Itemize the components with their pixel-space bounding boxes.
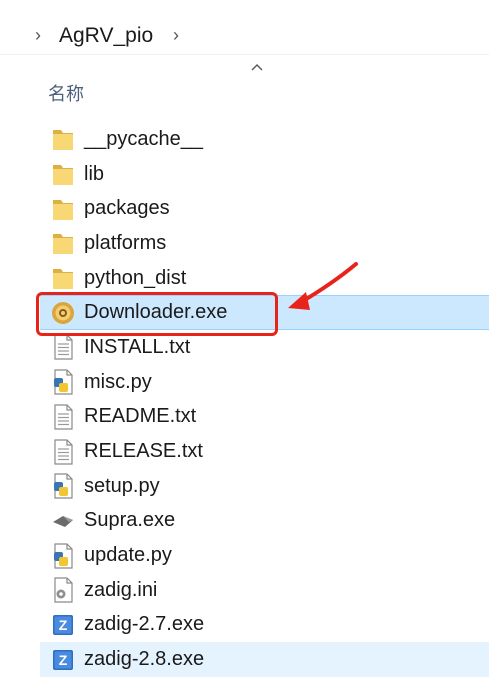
file-row-update[interactable]: update.py	[0, 538, 489, 573]
file-name: update.py	[84, 544, 172, 567]
file-row-zadig-27[interactable]: zadig-2.7.exe	[0, 608, 489, 643]
file-name: misc.py	[84, 370, 152, 393]
file-name: README.txt	[84, 405, 197, 428]
sort-ascending-icon	[251, 64, 263, 71]
annotation-arrow-icon	[288, 262, 358, 310]
supra-app-icon	[53, 515, 73, 527]
file-explorer-window: › AgRV_pio › 名称 __pycache__ lib packages…	[0, 0, 489, 700]
folder-icon	[53, 130, 73, 151]
python-file-icon	[53, 542, 73, 569]
file-name: platforms	[84, 231, 167, 254]
file-name: INSTALL.txt	[84, 335, 191, 358]
zadig-app-icon	[53, 614, 73, 635]
python-file-icon	[53, 473, 73, 499]
file-row-lib[interactable]: lib	[0, 157, 489, 192]
file-name: packages	[84, 197, 170, 220]
column-header-name[interactable]: 名称	[48, 80, 84, 106]
file-row-misc[interactable]: misc.py	[0, 365, 489, 400]
file-row-packages[interactable]: packages	[0, 191, 489, 226]
text-file-icon	[54, 404, 73, 430]
file-name: __pycache__	[84, 127, 203, 150]
file-row-pycache[interactable]: __pycache__	[0, 122, 489, 157]
python-file-icon	[53, 369, 73, 395]
file-name: lib	[84, 162, 105, 185]
file-list: __pycache__ lib packages platforms pytho…	[0, 122, 489, 677]
file-row-zadig-ini[interactable]: zadig.ini	[0, 573, 489, 608]
annotation-highlight-box	[36, 292, 278, 336]
text-file-icon	[54, 334, 73, 361]
file-name: zadig.ini	[84, 578, 158, 601]
breadcrumb: › AgRV_pio ›	[0, 18, 489, 55]
file-name: python_dist	[84, 266, 187, 289]
file-row-python-dist[interactable]: python_dist	[0, 261, 489, 296]
file-row-release[interactable]: RELEASE.txt	[0, 434, 489, 469]
file-row-readme[interactable]: README.txt	[0, 400, 489, 435]
breadcrumb-chevron-icon[interactable]: ›	[28, 25, 48, 46]
folder-icon	[53, 269, 73, 290]
breadcrumb-folder[interactable]: AgRV_pio	[59, 24, 153, 48]
folder-icon	[53, 165, 73, 186]
ini-file-icon	[54, 577, 73, 603]
folder-icon	[53, 199, 73, 220]
file-row-supra[interactable]: Supra.exe	[0, 504, 489, 539]
text-file-icon	[54, 438, 73, 465]
file-name: zadig-2.7.exe	[84, 613, 205, 636]
zadig-app-icon	[53, 649, 73, 670]
breadcrumb-expand-chevron-icon[interactable]: ›	[166, 25, 186, 46]
file-name: RELEASE.txt	[84, 440, 203, 463]
file-row-setup[interactable]: setup.py	[0, 469, 489, 504]
folder-icon	[53, 234, 73, 255]
file-row-platforms[interactable]: platforms	[0, 226, 489, 261]
file-name: zadig-2.8.exe	[84, 648, 205, 671]
file-row-zadig-28[interactable]: zadig-2.8.exe	[40, 642, 489, 677]
file-name: setup.py	[84, 474, 160, 497]
file-name: Supra.exe	[84, 509, 176, 532]
